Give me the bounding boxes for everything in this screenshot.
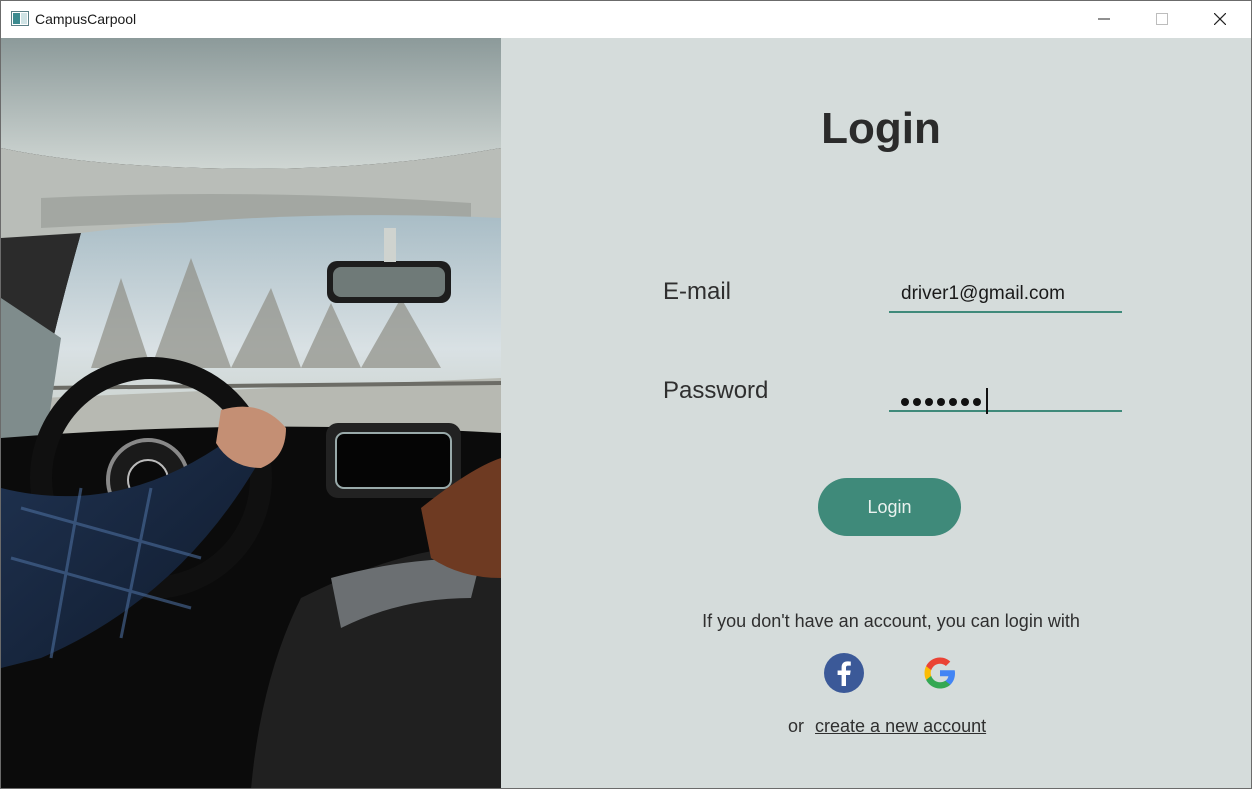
window-title: CampusCarpool	[35, 11, 137, 27]
password-dot	[913, 398, 921, 406]
password-mask	[901, 388, 988, 414]
password-dot	[925, 398, 933, 406]
login-button[interactable]: Login	[818, 478, 961, 536]
signup-prefix: or	[788, 716, 805, 736]
app-icon	[11, 11, 29, 26]
email-label: E-mail	[663, 278, 732, 305]
car-interior-photo	[1, 38, 501, 788]
password-dot	[949, 398, 957, 406]
password-dot	[901, 398, 909, 406]
close-icon	[1214, 13, 1226, 25]
text-caret	[986, 388, 988, 414]
maximize-button[interactable]	[1133, 1, 1191, 37]
password-dot	[973, 398, 981, 406]
close-button[interactable]	[1191, 1, 1249, 37]
facebook-icon[interactable]	[823, 652, 865, 694]
signup-row: or create a new account	[788, 716, 986, 737]
email-value: driver1@gmail.com	[901, 283, 1065, 304]
create-account-link[interactable]: create a new account	[815, 716, 986, 736]
login-panel: Login E-mail driver1@gmail.com Password …	[501, 38, 1251, 788]
password-field[interactable]	[889, 376, 1122, 414]
email-field[interactable]: driver1@gmail.com	[889, 277, 1122, 313]
password-dot	[937, 398, 945, 406]
password-dot	[961, 398, 969, 406]
minimize-icon	[1098, 18, 1110, 20]
alternative-login-text: If you don't have an account, you can lo…	[702, 611, 1080, 631]
google-icon[interactable]	[919, 652, 961, 694]
title-bar[interactable]: CampusCarpool	[1, 1, 1251, 37]
maximize-icon	[1156, 13, 1168, 25]
minimize-button[interactable]	[1075, 1, 1133, 37]
password-label: Password	[663, 377, 769, 404]
app-window: CampusCarpool Login E-mail driver1@gmail…	[0, 0, 1252, 789]
page-title: Login	[821, 104, 941, 153]
